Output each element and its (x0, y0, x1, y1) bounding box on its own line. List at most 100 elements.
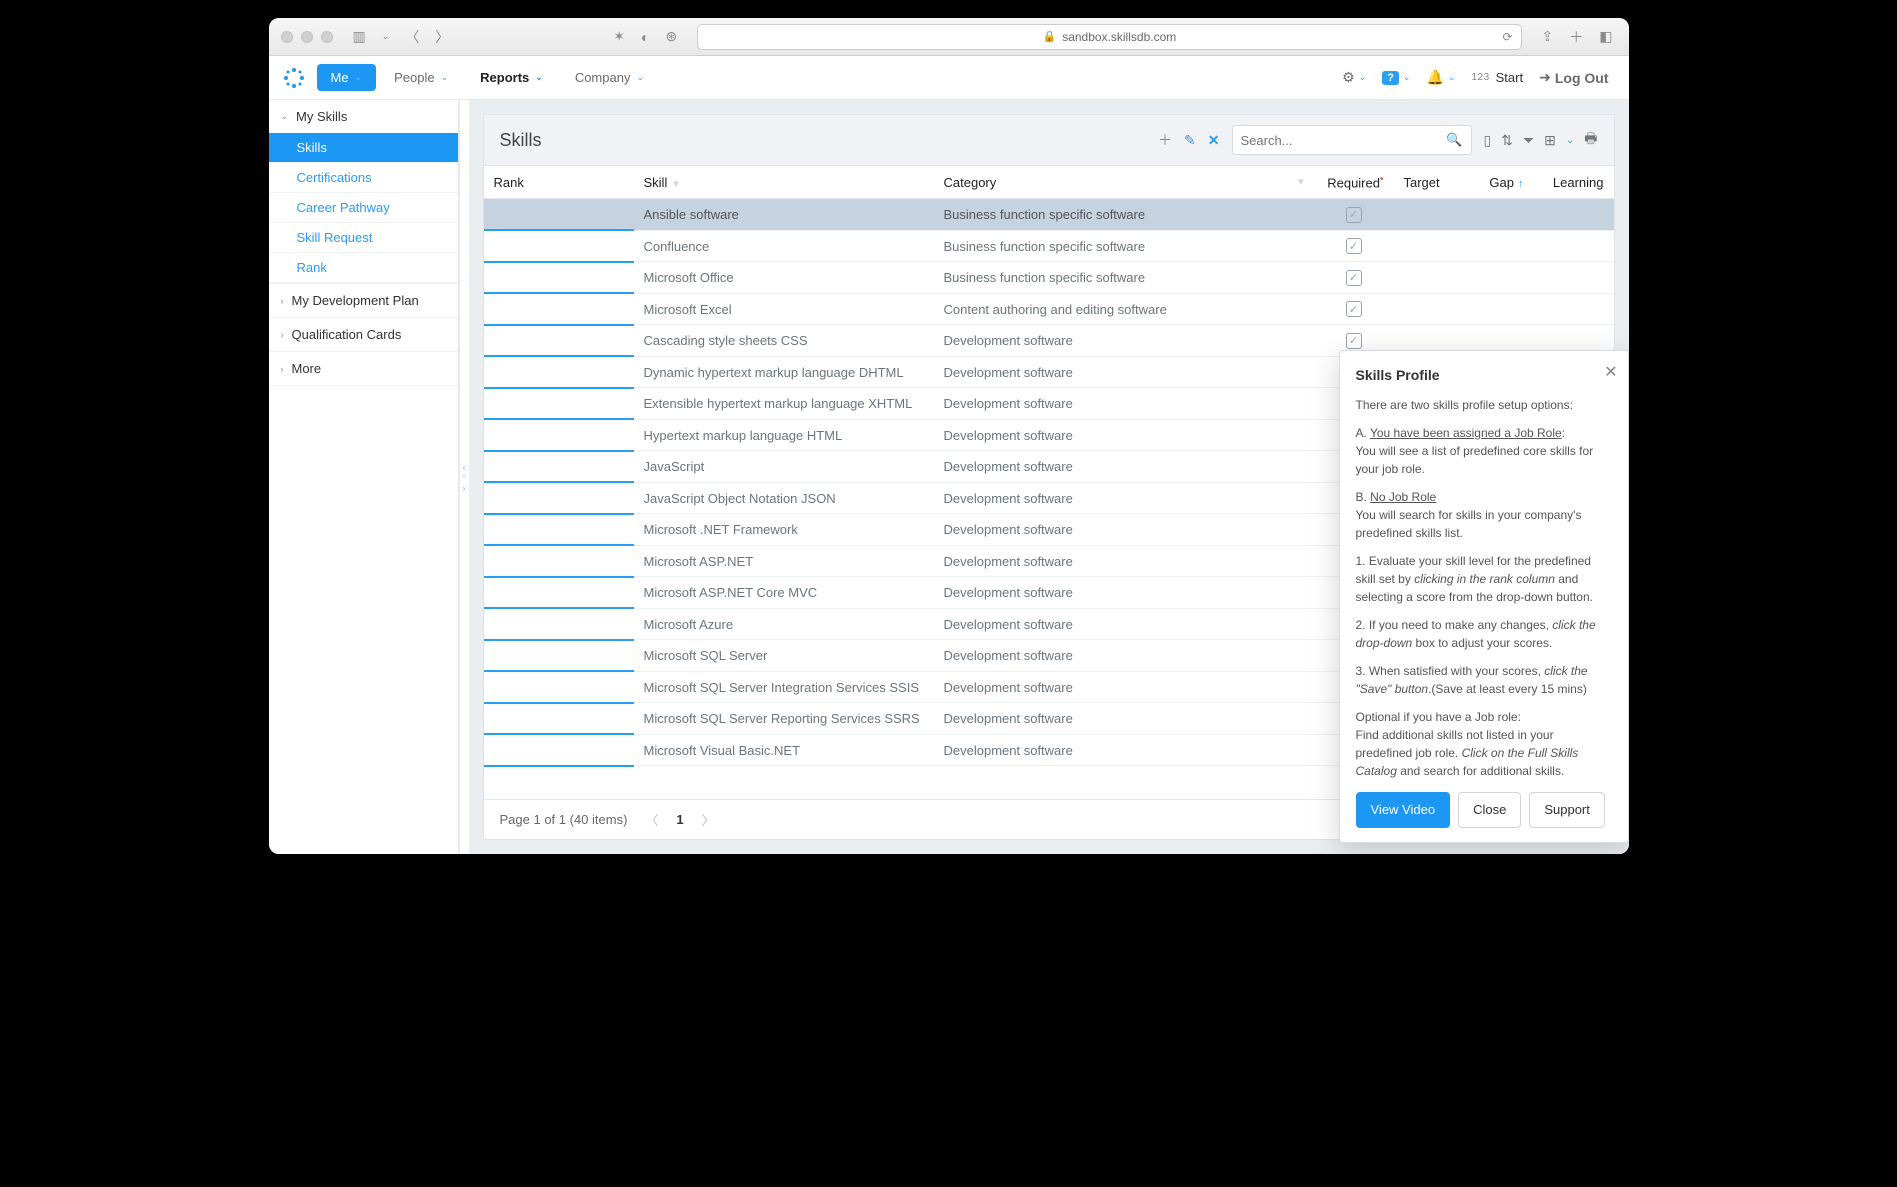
table-row[interactable]: Microsoft ExcelContent authoring and edi… (484, 293, 1614, 325)
pager-prev[interactable]: 〈 (645, 810, 658, 829)
zoom-window[interactable] (321, 31, 333, 43)
col-category[interactable]: Category▾ (934, 166, 1314, 199)
columns-icon[interactable]: ▯ (1484, 132, 1492, 149)
share-icon[interactable]: ⇪ (1538, 24, 1558, 49)
rank-cell[interactable] (484, 640, 634, 672)
chevron-down-icon: ⌄ (355, 72, 363, 83)
pager-next[interactable]: 〉 (702, 810, 715, 829)
required-cell[interactable]: ✓ (1314, 230, 1394, 262)
rank-cell[interactable] (484, 451, 634, 483)
close-button[interactable]: Close (1458, 792, 1521, 828)
rank-cell[interactable] (484, 671, 634, 703)
forward-button[interactable]: 〉 (431, 23, 453, 51)
rank-cell[interactable] (484, 482, 634, 514)
sidebar-collapser[interactable]: ‹ ≡ › (459, 100, 469, 854)
chevron-down-icon[interactable]: ⌄ (378, 27, 394, 46)
table-row[interactable]: ConfluenceBusiness function specific sof… (484, 230, 1614, 262)
rank-cell[interactable] (484, 514, 634, 546)
checkbox-icon[interactable]: ✓ (1346, 333, 1362, 349)
sidebar-group-my-skills[interactable]: ⌄ My Skills (269, 100, 458, 133)
required-cell[interactable]: ✓ (1314, 293, 1394, 325)
rank-cell[interactable] (484, 703, 634, 735)
rank-cell[interactable] (484, 577, 634, 609)
reload-icon[interactable]: ⟳ (1502, 30, 1512, 44)
sort-icon[interactable]: ⇅ (1501, 132, 1513, 149)
tabs-icon[interactable]: ◧ (1595, 24, 1616, 49)
checkbox-icon[interactable]: ✓ (1346, 207, 1362, 223)
new-tab-icon[interactable]: ＋ (1565, 23, 1587, 51)
table-row[interactable]: Microsoft OfficeBusiness function specif… (484, 262, 1614, 294)
rank-cell[interactable] (484, 608, 634, 640)
minimize-window[interactable] (301, 31, 313, 43)
rank-cell[interactable] (484, 356, 634, 388)
rank-cell[interactable] (484, 388, 634, 420)
view-video-button[interactable]: View Video (1356, 792, 1451, 828)
print-icon[interactable]: 🖶 (1584, 128, 1597, 152)
search-icon[interactable]: 🔍 (1446, 132, 1462, 148)
chevron-down-icon: ⌄ (1403, 72, 1411, 83)
nav-label: Me (331, 70, 349, 85)
close-icon[interactable]: ✕ (1604, 361, 1617, 385)
url-bar[interactable]: 🔒 sandbox.skillsdb.com ⟳ (697, 24, 1521, 50)
nav-me[interactable]: Me ⌄ (317, 64, 377, 91)
evernote-icon[interactable]: ✶ (609, 24, 629, 49)
sidebar-item-career-pathway[interactable]: Career Pathway (269, 193, 458, 223)
chevron-down-icon[interactable]: ⌄ (1566, 135, 1574, 146)
start-button[interactable]: 123Start (1463, 64, 1531, 91)
table-row[interactable]: Ansible softwareBusiness function specif… (484, 199, 1614, 231)
skill-cell: Microsoft Azure (634, 608, 934, 640)
nav-people[interactable]: People⌄ (380, 64, 462, 91)
checkbox-icon[interactable]: ✓ (1346, 270, 1362, 286)
search-box[interactable]: 🔍 (1232, 125, 1472, 155)
rank-cell[interactable] (484, 230, 634, 262)
rank-cell[interactable] (484, 262, 634, 294)
col-target[interactable]: Target (1394, 166, 1464, 199)
help-menu[interactable]: ?⌄ (1374, 65, 1418, 91)
extension-icon[interactable]: ⊛ (661, 24, 681, 49)
required-cell[interactable]: ✓ (1314, 199, 1394, 231)
support-button[interactable]: Support (1529, 792, 1605, 828)
checkbox-icon[interactable]: ✓ (1346, 238, 1362, 254)
chevron-down-icon: ⌄ (535, 72, 543, 83)
logout-label: Log Out (1555, 70, 1609, 86)
filter-icon[interactable]: ▾ (673, 178, 679, 190)
rank-cell[interactable] (484, 199, 634, 231)
shield-icon[interactable]: ◐ (637, 25, 653, 49)
filter-icon[interactable]: ▾ (1298, 175, 1304, 188)
rank-cell[interactable] (484, 545, 634, 577)
sidebar-item-skill-request[interactable]: Skill Request (269, 223, 458, 253)
clear-icon[interactable]: ✕ (1208, 132, 1220, 149)
sidebar-group-qualification[interactable]: › Qualification Cards (269, 318, 458, 352)
skill-cell: Microsoft ASP.NET Core MVC (634, 577, 934, 609)
nav-company[interactable]: Company⌄ (561, 64, 658, 91)
back-button[interactable]: 〈 (401, 23, 423, 51)
col-skill[interactable]: Skill▾ (634, 166, 934, 199)
export-icon[interactable]: ⊞ (1544, 132, 1556, 149)
col-gap[interactable]: Gap↑ (1464, 166, 1534, 199)
checkbox-icon[interactable]: ✓ (1346, 301, 1362, 317)
rank-cell[interactable] (484, 325, 634, 357)
rank-cell[interactable] (484, 419, 634, 451)
sidebar-item-skills[interactable]: Skills (269, 133, 458, 163)
sidebar-group-dev-plan[interactable]: › My Development Plan (269, 284, 458, 318)
sidebar-toggle-icon[interactable]: ▥ (349, 24, 370, 49)
col-rank[interactable]: Rank (484, 166, 634, 199)
col-learning[interactable]: Learning (1534, 166, 1614, 199)
rank-cell[interactable] (484, 734, 634, 766)
edit-icon[interactable]: ✎ (1184, 132, 1196, 149)
notifications-menu[interactable]: 🔔⌄ (1418, 63, 1463, 92)
nav-reports[interactable]: Reports⌄ (466, 64, 557, 91)
required-cell[interactable]: ✓ (1314, 262, 1394, 294)
filter-icon[interactable]: ⏷ (1523, 132, 1534, 149)
brand-logo[interactable] (281, 65, 307, 91)
rank-cell[interactable] (484, 293, 634, 325)
search-input[interactable] (1241, 133, 1447, 148)
logout-button[interactable]: ➜Log Out (1531, 63, 1616, 92)
sidebar-item-certifications[interactable]: Certifications (269, 163, 458, 193)
settings-menu[interactable]: ⚙⌄ (1334, 63, 1374, 92)
add-icon[interactable]: ＋ (1158, 130, 1172, 150)
sidebar-group-more[interactable]: › More (269, 352, 458, 386)
col-required[interactable]: Required• (1314, 166, 1394, 199)
sidebar-item-rank[interactable]: Rank (269, 253, 458, 283)
close-window[interactable] (281, 31, 293, 43)
